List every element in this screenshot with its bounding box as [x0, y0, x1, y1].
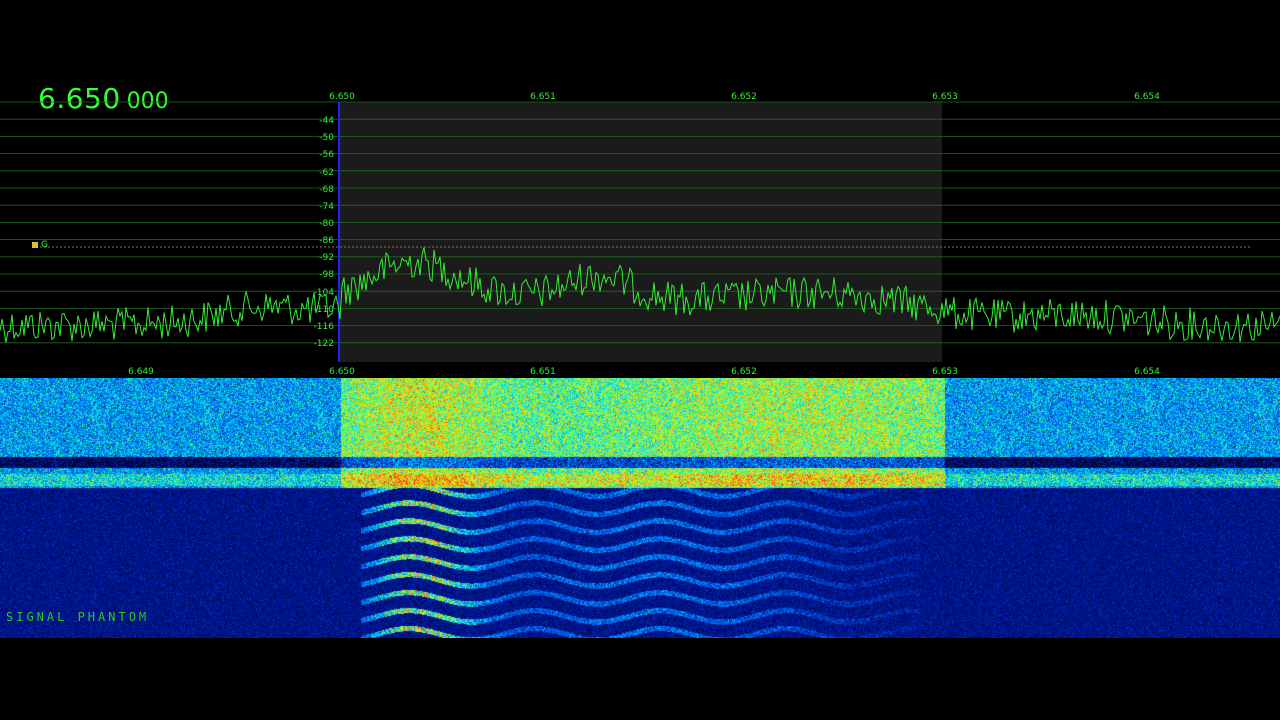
db-label: -122 [314, 339, 334, 349]
db-label: -92 [319, 253, 334, 263]
top-tick-6652: 6.652 [731, 92, 757, 102]
db-label: -44 [319, 116, 334, 126]
db-label: -74 [319, 202, 334, 212]
top-tick-6653: 6.653 [932, 92, 958, 102]
db-label: -56 [319, 150, 334, 160]
db-label: -86 [319, 236, 334, 246]
db-label: -116 [314, 322, 335, 332]
watermark-text: SIGNAL PHANTOM [6, 610, 150, 624]
db-label: -98 [319, 270, 334, 280]
top-frequency-axis: 6.650 6.651 6.652 6.653 6.654 [329, 92, 1160, 102]
db-label: -68 [319, 185, 334, 195]
bottom-tick-6653: 6.653 [932, 367, 958, 377]
bottom-tick-6649: 6.649 [128, 367, 154, 377]
bottom-tick-6654: 6.654 [1134, 367, 1160, 377]
bottom-tick-6652: 6.652 [731, 367, 757, 377]
passband-highlight [340, 102, 942, 362]
top-tick-6651: 6.651 [530, 92, 556, 102]
waterfall-display[interactable] [0, 378, 1280, 638]
bottom-frequency-axis: 6.649 6.650 6.651 6.652 6.653 6.654 [128, 367, 1160, 377]
squelch-marker[interactable] [32, 242, 38, 248]
bottom-tick-6651: 6.651 [530, 367, 556, 377]
top-tick-6654: 6.654 [1134, 92, 1160, 102]
spectrum-display[interactable]: 6.650 6.651 6.652 6.653 6.654 -44 -50 -5… [0, 88, 1280, 378]
db-label: -80 [319, 219, 334, 229]
db-label: -62 [319, 168, 334, 178]
bottom-tick-6650: 6.650 [329, 367, 355, 377]
top-tick-6650: 6.650 [329, 92, 355, 102]
db-label: -50 [319, 133, 334, 143]
squelch-marker-label: G [41, 240, 48, 250]
db-label: -104 [314, 288, 335, 298]
